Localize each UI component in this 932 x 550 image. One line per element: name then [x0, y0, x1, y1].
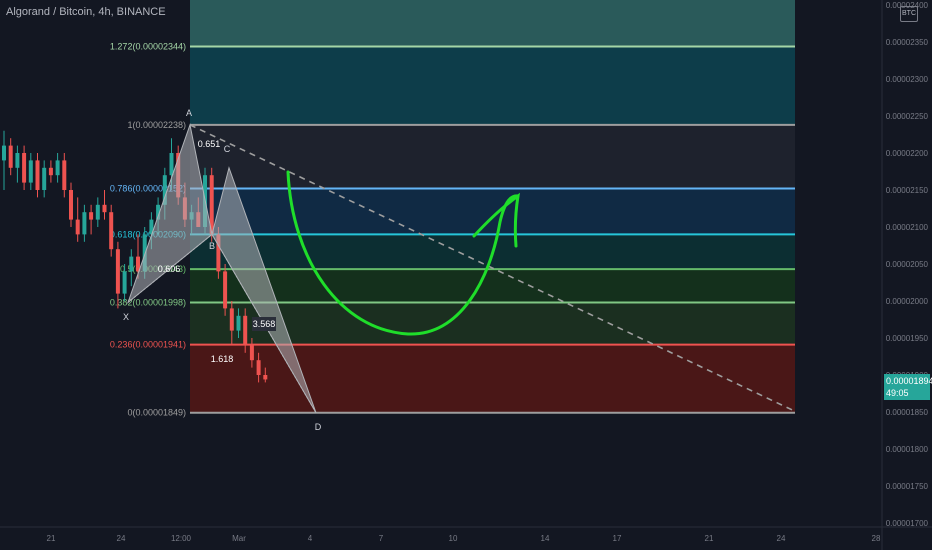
- candle-body: [15, 153, 20, 168]
- candle-body: [28, 160, 33, 183]
- candle-body: [42, 167, 47, 190]
- x-axis-tick-label: 4: [308, 534, 313, 543]
- y-axis-tick-label: 0.00002150: [886, 186, 929, 195]
- candle-body: [109, 212, 114, 250]
- fib-band-top: [190, 0, 795, 47]
- candle-body: [243, 315, 248, 346]
- candle-body: [8, 145, 13, 168]
- candle-body: [82, 212, 87, 235]
- y-axis-tick-label: 0.00002050: [886, 260, 929, 269]
- candle-body: [129, 256, 134, 272]
- currency-badge[interactable]: BTC: [900, 6, 918, 22]
- fib-level-label: 1(0.00002238): [127, 120, 186, 130]
- ratio-label: 0.651: [198, 139, 221, 149]
- x-axis-tick-label: 12:00: [171, 534, 192, 543]
- x-axis-tick-label: 24: [777, 534, 786, 543]
- fib-band: [190, 46, 795, 125]
- y-axis-tick-label: 0.00001750: [886, 482, 929, 491]
- x-axis-tick-label: 7: [379, 534, 384, 543]
- pattern-point-label: D: [315, 422, 322, 432]
- y-axis-tick-label: 0.00001850: [886, 408, 929, 417]
- last-price-value: 0.00001894: [886, 376, 932, 386]
- x-axis-tick-label: 21: [705, 534, 714, 543]
- x-axis-tick-label: 21: [47, 534, 56, 543]
- x-axis-tick-label: 10: [449, 534, 458, 543]
- fib-band: [190, 124, 795, 189]
- candle-body: [2, 145, 6, 161]
- candle-body: [48, 167, 53, 176]
- bar-countdown: 49:05: [886, 388, 909, 398]
- x-axis-tick-label: 24: [117, 534, 126, 543]
- pattern-point-label: C: [224, 144, 231, 154]
- chart-canvas[interactable]: 1.272(0.00002344)1(0.00002238)0.786(0.00…: [0, 0, 932, 550]
- x-axis-tick-label: 28: [872, 534, 881, 543]
- fib-level-label: 0(0.00001849): [127, 408, 186, 418]
- fib-band: [190, 269, 795, 303]
- pattern-point-label: B: [209, 241, 215, 251]
- candle-body: [55, 160, 60, 176]
- candle-body: [95, 204, 100, 220]
- pattern-point-label: A: [186, 108, 192, 118]
- candle-body: [256, 360, 261, 375]
- ratio-label: 3.568: [253, 319, 276, 329]
- candle-body: [115, 249, 120, 294]
- candle-body: [102, 204, 107, 213]
- fib-level-label: 0.382(0.00001998): [110, 297, 186, 307]
- y-axis-tick-label: 0.00002250: [886, 112, 929, 121]
- x-axis-tick-label: 17: [613, 534, 622, 543]
- x-axis-tick-label: Mar: [232, 534, 246, 543]
- candle-body: [69, 190, 73, 220]
- candle-body: [75, 219, 80, 235]
- fib-level-label: 0.236(0.00001941): [110, 340, 186, 350]
- y-axis-tick-label: 0.00002350: [886, 38, 929, 47]
- pattern-point-label: X: [123, 312, 129, 322]
- candle-body: [223, 271, 228, 309]
- ratio-label: 0.606: [158, 264, 181, 274]
- y-axis-tick-label: 0.00002300: [886, 75, 929, 84]
- y-axis-tick-label: 0.00002000: [886, 297, 929, 306]
- symbol-title[interactable]: Algorand / Bitcoin, 4h, BINANCE: [6, 6, 166, 18]
- candle-body: [122, 271, 127, 294]
- candle-body: [169, 153, 174, 176]
- x-axis-tick-label: 14: [541, 534, 550, 543]
- y-axis-tick-label: 0.00002100: [886, 223, 929, 232]
- candle-body: [62, 160, 67, 190]
- y-axis-tick-label: 0.00001700: [886, 519, 929, 528]
- fib-level-label: 1.272(0.00002344): [110, 41, 186, 51]
- candle-body: [35, 160, 40, 190]
- candle-body: [22, 153, 27, 183]
- y-axis-tick-label: 0.00001950: [886, 334, 929, 343]
- candle-body: [263, 375, 268, 380]
- ratio-label: 1.618: [211, 354, 234, 364]
- y-axis-tick-label: 0.00001800: [886, 445, 929, 454]
- candle-body: [236, 315, 241, 331]
- fib-band: [190, 188, 795, 235]
- fib-band: [190, 344, 795, 413]
- candle-body: [89, 212, 94, 220]
- candle-body: [249, 345, 254, 361]
- y-axis-tick-label: 0.00002200: [886, 149, 929, 158]
- last-price-tag: 0.00001894 49:05: [884, 374, 932, 400]
- candle-body: [229, 308, 234, 331]
